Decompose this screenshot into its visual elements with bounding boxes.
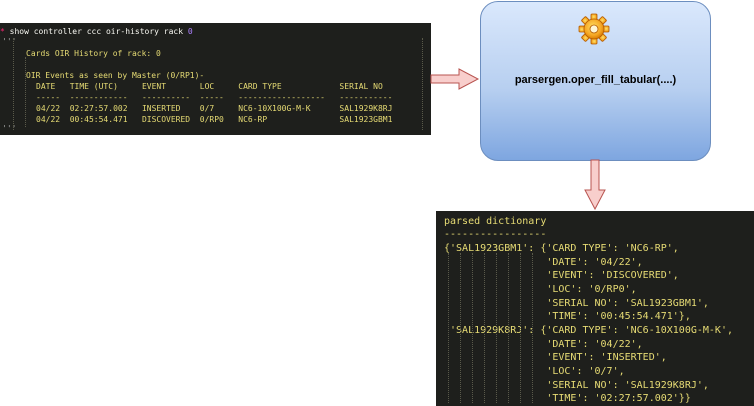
table-row: 04/22 02:27:57.002 INSERTED 0/7 NC6-10X1… [36,104,393,113]
indent-guide [448,253,449,403]
dictionary-line: 'EVENT': 'DISCOVERED', [444,270,679,281]
process-label: parsergen.oper_fill_tabular(....) [514,74,677,86]
indent-guide [520,253,521,403]
dictionary-line: 'EVENT': 'INSERTED', [444,352,667,363]
indent-guide [422,38,423,130]
parser-process-box: parsergen.oper_fill_tabular(....) [480,1,711,161]
indent-guide [460,253,461,403]
dictionary-line: {'SAL1923GBM1': {'CARD TYPE': 'NC6-RP', [444,243,679,254]
table-row: 04/22 00:45:54.471 DISCOVERED 0/RP0 NC6-… [36,115,393,124]
indent-guide [25,57,26,127]
gear-icon [578,13,610,45]
cards-header: Cards OIR History of rack: 0 [26,49,161,58]
indent-guide [484,253,485,403]
column-headers: DATE TIME (UTC) EVENT LOC CARD TYPE SERI… [36,82,383,91]
dictionary-line: 'TIME': '02:27:57.002'}} [444,393,691,404]
cli-output-panel: * show controller ccc oir-history rack 0… [0,23,431,135]
dictionary-line: 'SAL1929K8RJ': {'CARD TYPE': 'NC6-10X100… [444,325,733,336]
events-header: OIR Events as seen by Master (0/RP1)- [26,71,205,80]
arrow-down [584,159,606,211]
arrow-right [430,68,480,90]
indent-guide [472,253,473,403]
indent-guide [532,253,533,403]
dictionary-line: 'DATE': '04/22', [444,339,643,350]
prompt-star: * [0,27,5,36]
dictionary-line: 'DATE': '04/22', [444,257,643,268]
column-separator: ----- ------------ ---------- ----- ----… [36,93,393,102]
command-arg: 0 [187,27,193,36]
dictionary-underline: ----------------- [444,229,547,240]
dictionary-line: 'TIME': '00:45:54.471'}, [444,311,691,322]
indent-guide [496,253,497,403]
indent-guide [508,253,509,403]
parsed-dictionary-panel: parsed dictionary ----------------- {'SA… [436,211,754,406]
indent-guide [13,38,14,130]
command-line: * show controller ccc oir-history rack 0 [0,26,193,37]
dictionary-title: parsed dictionary [444,216,547,227]
command-text: show controller ccc oir-history rack [9,27,188,36]
quote-open: ''' [2,37,17,46]
quote-close: ''' [2,124,17,133]
